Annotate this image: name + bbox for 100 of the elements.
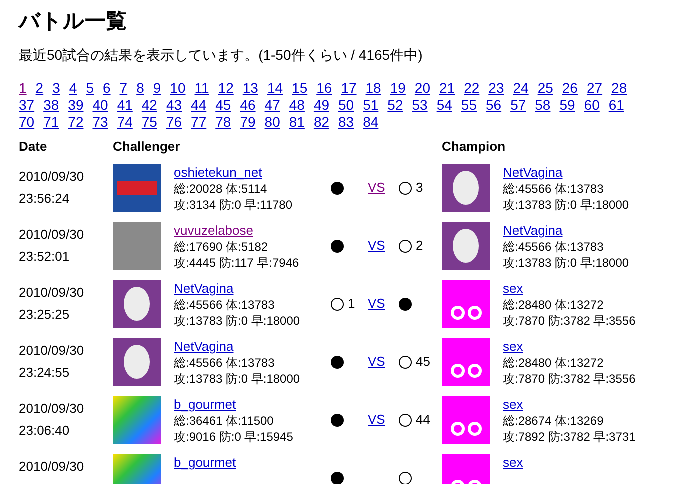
page-link[interactable]: 81 (289, 114, 305, 131)
player-link[interactable]: sex (503, 455, 524, 470)
player-link[interactable]: sex (503, 397, 524, 412)
page-link[interactable]: 38 (44, 97, 60, 114)
page-link[interactable]: 14 (267, 80, 284, 97)
page-link[interactable]: 26 (562, 80, 578, 97)
page-link[interactable]: 4 (69, 80, 78, 97)
page-link[interactable]: 12 (218, 80, 234, 97)
page-link[interactable]: 15 (292, 80, 308, 97)
player-link[interactable]: b_gourmet (174, 455, 236, 470)
page-link[interactable]: 6 (102, 80, 111, 97)
page-link[interactable]: 55 (461, 97, 477, 114)
page-link[interactable]: 79 (240, 114, 256, 131)
player-link[interactable]: NetVagina (503, 165, 563, 180)
stats-text: 攻:7892 防:3782 早:3731 (503, 430, 636, 444)
page-link[interactable]: 80 (264, 114, 280, 131)
stats-text: 総:45566 体:13783 (503, 240, 604, 254)
page-link[interactable]: 72 (68, 114, 84, 131)
player-link[interactable]: vuvuzelabose (174, 223, 254, 238)
page-link[interactable]: 2 (36, 80, 44, 97)
egg-avatar (442, 164, 490, 212)
date-text: 2010/09/30 (19, 459, 84, 474)
page-link[interactable]: 50 (338, 97, 354, 114)
time-text: 23:52:01 (19, 249, 70, 264)
page-link[interactable]: 77 (191, 114, 207, 131)
stats-text: 総:28480 体:13272 (503, 298, 604, 312)
page-link[interactable]: 78 (216, 114, 232, 131)
page-link[interactable]: 5 (86, 80, 94, 97)
page-link[interactable]: 43 (166, 97, 182, 114)
page-link[interactable]: 28 (612, 80, 628, 97)
player-link[interactable]: b_gourmet (174, 397, 236, 412)
date-text: 2010/09/30 (19, 169, 84, 184)
page-link[interactable]: 42 (142, 97, 158, 114)
photo-placeholder (113, 222, 161, 270)
date-text: 2010/09/30 (19, 227, 84, 242)
player-link[interactable]: oshietekun_net (174, 165, 262, 180)
vs-link[interactable]: VS (368, 412, 386, 428)
page-link[interactable]: 3 (52, 80, 60, 97)
page-link[interactable]: 1 (19, 80, 27, 97)
page-link[interactable]: 57 (510, 97, 526, 114)
page-link[interactable]: 83 (338, 114, 354, 131)
page-link[interactable]: 23 (488, 80, 504, 97)
page-link[interactable]: 56 (486, 97, 502, 114)
player-link[interactable]: NetVagina (503, 223, 563, 238)
page-link[interactable]: 71 (44, 114, 60, 131)
egg-avatar (442, 222, 490, 270)
page-link[interactable]: 75 (142, 114, 158, 131)
stats-text: 攻:13783 防:0 早:18000 (503, 256, 630, 270)
page-link[interactable]: 49 (314, 97, 330, 114)
page-link[interactable]: 51 (363, 97, 379, 114)
vs-link[interactable]: VS (368, 296, 386, 312)
owl-avatar (442, 396, 490, 444)
vs-link[interactable]: VS (368, 354, 386, 370)
page-link[interactable]: 60 (584, 97, 600, 114)
page-link[interactable]: 74 (117, 114, 133, 131)
page-link[interactable]: 54 (436, 97, 452, 114)
page-link[interactable]: 41 (117, 97, 133, 114)
page-link[interactable]: 76 (166, 114, 182, 131)
page-link[interactable]: 16 (316, 80, 332, 97)
page-link[interactable]: 9 (153, 80, 162, 97)
page-link[interactable]: 39 (68, 97, 84, 114)
page-link[interactable]: 46 (240, 97, 256, 114)
player-link[interactable]: NetVagina (174, 281, 234, 296)
streak-count: 1 (348, 295, 356, 314)
page-link[interactable]: 40 (92, 97, 108, 114)
page-link[interactable]: 18 (366, 80, 382, 97)
page-link[interactable]: 27 (586, 80, 603, 97)
page-link[interactable]: 13 (242, 80, 258, 97)
page-link[interactable]: 59 (560, 97, 576, 114)
page-link[interactable]: 61 (608, 97, 624, 114)
page-link[interactable]: 73 (92, 114, 108, 131)
stats-text: 総:45566 体:13783 (174, 298, 275, 312)
page-link[interactable]: 84 (363, 114, 379, 131)
page-link[interactable]: 19 (390, 80, 406, 97)
page-link[interactable]: 37 (19, 97, 35, 114)
page-link[interactable]: 21 (440, 80, 456, 97)
page-link[interactable]: 52 (388, 97, 404, 114)
vs-link[interactable]: VS (368, 180, 386, 196)
page-link[interactable]: 10 (170, 80, 186, 97)
page-link[interactable]: 44 (191, 97, 207, 114)
player-link[interactable]: sex (503, 339, 524, 354)
page-link[interactable]: 17 (341, 80, 357, 97)
player-link[interactable]: sex (503, 281, 524, 296)
page-link[interactable]: 82 (314, 114, 330, 131)
page-link[interactable]: 58 (535, 97, 551, 114)
page-link[interactable]: 11 (194, 80, 210, 97)
page-link[interactable]: 70 (19, 114, 35, 131)
vs-link[interactable]: VS (368, 238, 386, 254)
page-link[interactable]: 7 (120, 80, 128, 97)
page-link[interactable]: 20 (414, 80, 430, 97)
page-link[interactable]: 25 (538, 80, 554, 97)
page-link[interactable]: 53 (412, 97, 428, 114)
page-link[interactable]: 45 (216, 97, 232, 114)
page-link[interactable]: 47 (264, 97, 280, 114)
page-link[interactable]: 48 (289, 97, 305, 114)
stats-text: 攻:9016 防:0 早:15945 (174, 430, 294, 444)
page-link[interactable]: 8 (136, 80, 144, 97)
page-link[interactable]: 22 (464, 80, 480, 97)
player-link[interactable]: NetVagina (174, 339, 234, 354)
page-link[interactable]: 24 (513, 80, 529, 97)
